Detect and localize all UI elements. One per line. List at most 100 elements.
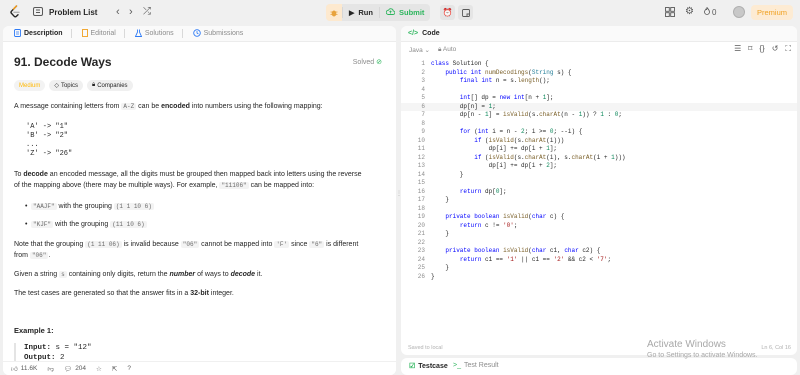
code-line[interactable]: } bbox=[431, 264, 449, 271]
tab-test-result[interactable]: >_ Test Result bbox=[453, 362, 499, 369]
code-line[interactable]: dp[i] += dp[i + 2]; bbox=[431, 162, 557, 169]
code-line[interactable]: } bbox=[431, 230, 449, 237]
code-line[interactable]: } bbox=[431, 196, 449, 203]
description-doc-icon bbox=[14, 28, 21, 39]
solutions-flask-icon bbox=[134, 29, 143, 39]
description-content: 91. Decode Ways Solved ⊘ Medium ◇ Topics… bbox=[3, 43, 396, 375]
leetcode-logo-icon[interactable] bbox=[8, 5, 22, 19]
alarm-clock-icon[interactable]: ⏰ bbox=[440, 5, 455, 20]
tab-description[interactable]: Description bbox=[9, 28, 77, 39]
code-line[interactable]: if (isValid(s.charAt(i))) bbox=[431, 137, 564, 144]
notes-icon[interactable] bbox=[458, 5, 473, 20]
line-number: 16 bbox=[417, 187, 425, 195]
code-line[interactable]: dp[i] += dp[i + 1]; bbox=[431, 145, 557, 152]
paragraph-4: Given a string s containing only digits,… bbox=[14, 271, 263, 278]
check-circle-icon: ⊘ bbox=[376, 59, 382, 66]
format-list-icon[interactable]: ☰ bbox=[734, 44, 741, 54]
line-number: 8 bbox=[421, 119, 425, 127]
top-bar: Problem List ‹ › ⤮ ▶ Run Submit ⏰ ⚙ 0 Pr bbox=[0, 0, 800, 25]
reset-icon[interactable]: ↺ bbox=[772, 44, 779, 54]
line-number: 5 bbox=[421, 94, 425, 101]
language-select[interactable]: Java ⌄ bbox=[409, 46, 430, 54]
topics-button[interactable]: ◇ Topics bbox=[49, 80, 83, 91]
tab-solutions[interactable]: Solutions bbox=[130, 29, 188, 39]
layout-grid-icon[interactable] bbox=[665, 7, 675, 17]
lock-icon: 🔒︎ bbox=[91, 82, 96, 88]
companies-button[interactable]: 🔒︎ Companies bbox=[86, 80, 133, 91]
bookmark-icon[interactable]: ⌑ bbox=[748, 44, 752, 54]
user-avatar[interactable] bbox=[733, 6, 745, 18]
code-line[interactable]: for (int i = n - 2; i >= 0; --i) { bbox=[431, 128, 582, 135]
tag-icon: ◇ bbox=[54, 83, 59, 89]
problem-list-link[interactable]: Problem List bbox=[49, 8, 97, 17]
line-number: 12 bbox=[417, 153, 425, 161]
auto-mode-toggle[interactable]: 🔒︎ Auto bbox=[438, 46, 456, 54]
fullscreen-icon[interactable]: ⛶ bbox=[785, 44, 791, 54]
line-number: 14 bbox=[417, 170, 425, 178]
tab-submissions[interactable]: Submissions bbox=[188, 28, 249, 39]
code-line[interactable]: } bbox=[431, 171, 464, 178]
line-number: 9 bbox=[421, 128, 425, 135]
code-line[interactable]: int[] dp = new int[n + 1]; bbox=[431, 94, 554, 101]
code-line[interactable]: class Solution { bbox=[431, 60, 489, 67]
code-line[interactable]: } bbox=[431, 273, 435, 280]
activate-windows-subtitle: Go to Settings to activate Windows. bbox=[647, 352, 758, 359]
code-tab-bar: </> Code bbox=[401, 26, 797, 42]
submit-button[interactable]: Submit bbox=[380, 4, 430, 21]
difficulty-badge: Medium bbox=[14, 80, 46, 91]
shuffle-icon[interactable]: ⤮ bbox=[143, 6, 151, 17]
chevron-down-icon: ⌄ bbox=[424, 47, 430, 54]
cloud-upload-icon bbox=[385, 8, 396, 17]
line-number: 17 bbox=[417, 196, 425, 203]
settings-gear-icon[interactable]: ⚙ bbox=[685, 6, 694, 17]
problem-title[interactable]: 91. Decode Ways bbox=[14, 55, 112, 69]
thumbs-up-icon: 👍︎ bbox=[11, 365, 18, 373]
favorite-button[interactable]: ☆ bbox=[96, 365, 102, 373]
line-number: 11 bbox=[417, 145, 425, 152]
submissions-history-icon bbox=[192, 28, 201, 39]
terminal-icon: >_ bbox=[453, 362, 461, 369]
paragraph-5: The test cases are generated so that the… bbox=[14, 290, 234, 297]
code-line[interactable]: return c != '0'; bbox=[431, 222, 518, 229]
code-line[interactable]: return dp[0]; bbox=[431, 188, 507, 195]
code-line[interactable]: public int numDecodings(String s) { bbox=[431, 69, 571, 76]
code-line[interactable]: if (isValid(s.charAt(i), s.charAt(i + 1)… bbox=[431, 154, 625, 161]
code-line[interactable]: dp[n - 1] = isValid(s.charAt(n - 1)) ? 1… bbox=[431, 111, 622, 118]
run-button[interactable]: ▶ Run bbox=[343, 4, 379, 21]
code-line[interactable]: private boolean isValid(char c) { bbox=[431, 213, 564, 220]
tab-editorial[interactable]: Editorial bbox=[77, 28, 130, 39]
dislike-button[interactable]: 👎︎ bbox=[47, 365, 54, 373]
comments-button[interactable]: 💬︎ 204 bbox=[64, 365, 86, 373]
description-footer: 👍︎ 11.6K 👎︎ 💬︎ 204 ☆ ⇱ ? bbox=[3, 361, 396, 375]
line-number: 26 bbox=[417, 272, 425, 280]
tab-testcase[interactable]: ☑ Testcase bbox=[409, 362, 448, 371]
help-button[interactable]: ? bbox=[127, 365, 131, 372]
panel-resize-handle[interactable]: ⋮ bbox=[396, 190, 402, 204]
description-panel: Description Editorial Solutions Submissi… bbox=[3, 26, 396, 375]
line-number: 18 bbox=[417, 204, 425, 212]
streak-fire[interactable]: 0 bbox=[704, 6, 716, 17]
next-problem-icon[interactable]: › bbox=[129, 6, 133, 18]
paragraph-1: A message containing letters from A-Z ca… bbox=[14, 103, 323, 110]
code-line[interactable]: final int n = s.length(); bbox=[431, 77, 550, 84]
saved-status: Saved to local bbox=[408, 345, 443, 351]
problem-list-icon[interactable] bbox=[33, 7, 43, 16]
line-number: 25 bbox=[417, 264, 425, 271]
example-title: Example 1: bbox=[14, 326, 54, 335]
list-item: "KJF" with the grouping (11 10 6) bbox=[25, 221, 147, 228]
code-line[interactable]: private boolean isValid(char c1, char c2… bbox=[431, 247, 600, 254]
code-line[interactable]: return c1 == '1' || c1 == '2' && c2 < '7… bbox=[431, 256, 611, 263]
code-line[interactable]: dp[n] = 1; bbox=[431, 103, 496, 110]
premium-button[interactable]: Premium bbox=[751, 5, 794, 20]
tab-code[interactable]: Code bbox=[422, 30, 440, 37]
prev-problem-icon[interactable]: ‹ bbox=[116, 6, 120, 18]
braces-icon[interactable]: {} bbox=[759, 44, 764, 54]
help-icon: ? bbox=[127, 365, 131, 372]
debug-bug-icon[interactable] bbox=[326, 4, 342, 21]
description-tabs: Description Editorial Solutions Submissi… bbox=[3, 26, 396, 42]
share-button[interactable]: ⇱ bbox=[112, 365, 117, 373]
star-icon: ☆ bbox=[96, 365, 102, 373]
like-button[interactable]: 👍︎ 11.6K bbox=[11, 365, 37, 373]
line-number: 6 bbox=[421, 102, 425, 110]
line-number: 15 bbox=[417, 179, 425, 186]
